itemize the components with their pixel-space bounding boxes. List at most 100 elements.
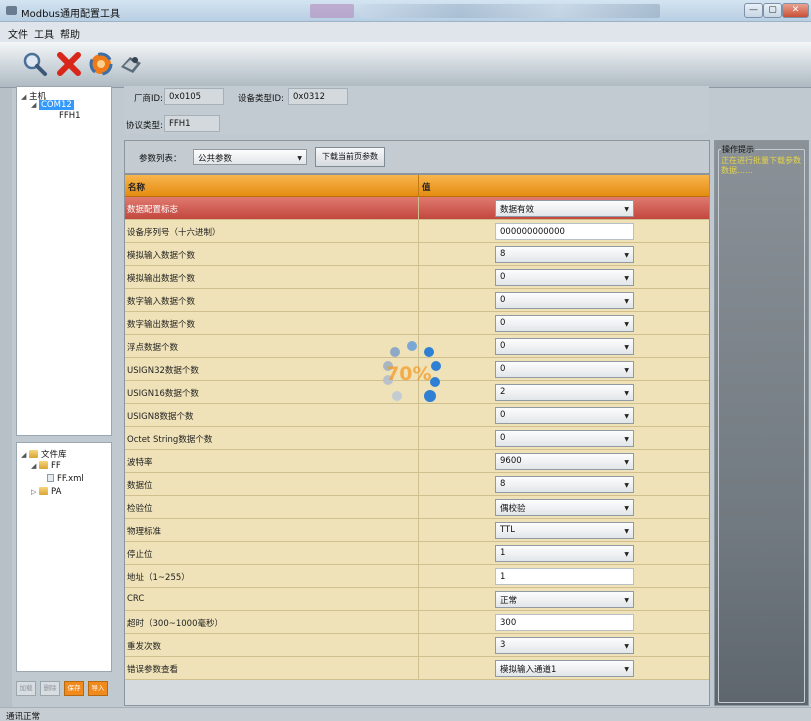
param-value-select[interactable]: 正常 ▼ xyxy=(495,591,634,608)
chevron-down-icon: ▼ xyxy=(624,413,629,420)
param-value-select[interactable]: 0 ▼ xyxy=(495,407,634,424)
param-value-select[interactable]: 8 ▼ xyxy=(495,246,634,263)
chevron-down-icon: ▼ xyxy=(624,275,629,282)
column-divider xyxy=(418,634,419,657)
maximize-button[interactable]: ▢ xyxy=(763,3,782,18)
collapse-icon[interactable]: ▷ xyxy=(31,488,39,496)
tree-label: FF xyxy=(51,461,61,471)
param-name: USIGN8数据个数 xyxy=(127,412,194,422)
chevron-down-icon: ▼ xyxy=(297,155,302,162)
param-value: 数据有效 xyxy=(500,205,535,215)
param-name: 停止位 xyxy=(127,550,153,560)
expand-icon[interactable]: ◢ xyxy=(31,101,39,109)
param-name: 数据配置标志 xyxy=(127,205,179,215)
table-row[interactable]: 重发次数 3 ▼ xyxy=(125,634,709,657)
param-value-select[interactable]: 偶校验 ▼ xyxy=(495,499,634,516)
param-value-select[interactable]: 模拟输入通道1 ▼ xyxy=(495,660,634,677)
tree-item-library[interactable]: ◢ 文件库 xyxy=(21,448,67,460)
tree-item-ff-xml[interactable]: FF.xml xyxy=(47,474,84,484)
folder-icon xyxy=(39,487,48,495)
column-divider xyxy=(418,220,419,243)
expand-icon[interactable]: ◢ xyxy=(21,93,29,101)
table-row[interactable]: 超时（300~1000毫秒） 300 xyxy=(125,611,709,634)
chevron-down-icon: ▼ xyxy=(624,482,629,489)
expand-icon[interactable]: ◢ xyxy=(21,451,29,459)
remove-button[interactable]: 删除 xyxy=(40,681,60,696)
close-button[interactable]: ✕ xyxy=(782,3,809,18)
download-page-button[interactable]: 下载当前页参数 xyxy=(315,147,385,167)
param-value-select[interactable]: TTL ▼ xyxy=(495,522,634,539)
search-icon[interactable] xyxy=(22,51,48,77)
param-name: 检验位 xyxy=(127,504,153,514)
table-row[interactable]: 波特率 9600 ▼ xyxy=(125,450,709,473)
param-value-select[interactable]: 0 ▼ xyxy=(495,338,634,355)
table-row[interactable]: 数据位 8 ▼ xyxy=(125,473,709,496)
params-toolbar: 参数列表： 公共参数 ▼ 下载当前页参数 xyxy=(124,140,710,174)
param-value-select[interactable]: 1 ▼ xyxy=(495,545,634,562)
param-value-input[interactable]: 300 xyxy=(495,614,634,631)
table-row[interactable]: 模拟输出数据个数 0 ▼ xyxy=(125,266,709,289)
param-value-input[interactable]: 1 xyxy=(495,568,634,585)
column-divider xyxy=(418,450,419,473)
toolbar xyxy=(0,42,811,88)
table-row[interactable]: CRC 正常 ▼ xyxy=(125,588,709,611)
table-row[interactable]: 地址（1~255） 1 xyxy=(125,565,709,588)
import-button[interactable]: 导入 xyxy=(88,681,108,696)
connect-icon[interactable] xyxy=(88,51,114,77)
column-header-value: 值 xyxy=(422,183,431,193)
table-row[interactable]: 错误参数查看 模拟输入通道1 ▼ xyxy=(125,657,709,680)
chevron-down-icon: ▼ xyxy=(624,252,629,259)
tree-item-pa[interactable]: ▷ PA xyxy=(31,487,61,497)
param-value-select[interactable]: 0 ▼ xyxy=(495,292,634,309)
tree-item-ff[interactable]: ◢ FF xyxy=(31,461,61,471)
param-list-select[interactable]: 公共参数 ▼ xyxy=(193,149,307,165)
param-value: 2 xyxy=(500,387,506,397)
minimize-button[interactable]: — xyxy=(744,3,763,18)
save-button[interactable]: 保存 xyxy=(64,681,84,696)
params-grid: 名称 值 数据配置标志 数据有效 ▼ 设备序列号（十六进制） 000000000000 模… xyxy=(124,174,710,706)
column-divider xyxy=(418,588,419,611)
menu-file[interactable]: 文件 xyxy=(8,26,28,41)
status-bar: 通讯正常 xyxy=(0,707,811,721)
menu-help[interactable]: 帮助 xyxy=(60,26,80,41)
param-value-select[interactable]: 8 ▼ xyxy=(495,476,634,493)
taskbar-blur xyxy=(360,4,660,18)
param-value-select[interactable]: 2 ▼ xyxy=(495,384,634,401)
table-row[interactable]: 检验位 偶校验 ▼ xyxy=(125,496,709,519)
table-row[interactable]: Octet String数据个数 0 ▼ xyxy=(125,427,709,450)
table-row[interactable]: 模拟输入数据个数 8 ▼ xyxy=(125,243,709,266)
tree-item-device[interactable]: FFH1 xyxy=(59,111,81,121)
param-name: 模拟输入数据个数 xyxy=(127,251,196,261)
load-button[interactable]: 加载 xyxy=(16,681,36,696)
table-row[interactable]: 数字输入数据个数 0 ▼ xyxy=(125,289,709,312)
column-divider xyxy=(418,243,419,266)
table-row[interactable]: 停止位 1 ▼ xyxy=(125,542,709,565)
param-value-select[interactable]: 9600 ▼ xyxy=(495,453,634,470)
table-row[interactable]: 物理标准 TTL ▼ xyxy=(125,519,709,542)
grid-footer xyxy=(125,680,709,705)
chevron-down-icon: ▼ xyxy=(624,321,629,328)
menu-tools[interactable]: 工具 xyxy=(34,26,54,41)
delete-icon[interactable] xyxy=(56,51,82,77)
settings-icon[interactable] xyxy=(118,51,144,77)
param-value-select[interactable]: 数据有效 ▼ xyxy=(495,200,634,217)
table-row[interactable]: 数据配置标志 数据有效 ▼ xyxy=(125,197,709,220)
param-value-select[interactable]: 0 ▼ xyxy=(495,315,634,332)
title-bar: Modbus通用配置工具 — ▢ ✕ xyxy=(0,0,811,22)
param-name: 地址（1~255） xyxy=(127,573,190,583)
chevron-down-icon: ▼ xyxy=(624,298,629,305)
param-value-input[interactable]: 000000000000 xyxy=(495,223,634,240)
expand-icon[interactable]: ◢ xyxy=(31,462,39,470)
param-value-select[interactable]: 0 ▼ xyxy=(495,361,634,378)
column-divider xyxy=(418,427,419,450)
table-row[interactable]: 设备序列号（十六进制） 000000000000 xyxy=(125,220,709,243)
param-value-select[interactable]: 3 ▼ xyxy=(495,637,634,654)
table-row[interactable]: USIGN8数据个数 0 ▼ xyxy=(125,404,709,427)
param-value: 0 xyxy=(500,272,506,282)
param-value-select[interactable]: 0 ▼ xyxy=(495,430,634,447)
column-divider xyxy=(418,565,419,588)
param-value: 8 xyxy=(500,249,506,259)
tree-item-com[interactable]: ◢ COM12 xyxy=(31,100,74,110)
table-row[interactable]: 数字输出数据个数 0 ▼ xyxy=(125,312,709,335)
param-value-select[interactable]: 0 ▼ xyxy=(495,269,634,286)
